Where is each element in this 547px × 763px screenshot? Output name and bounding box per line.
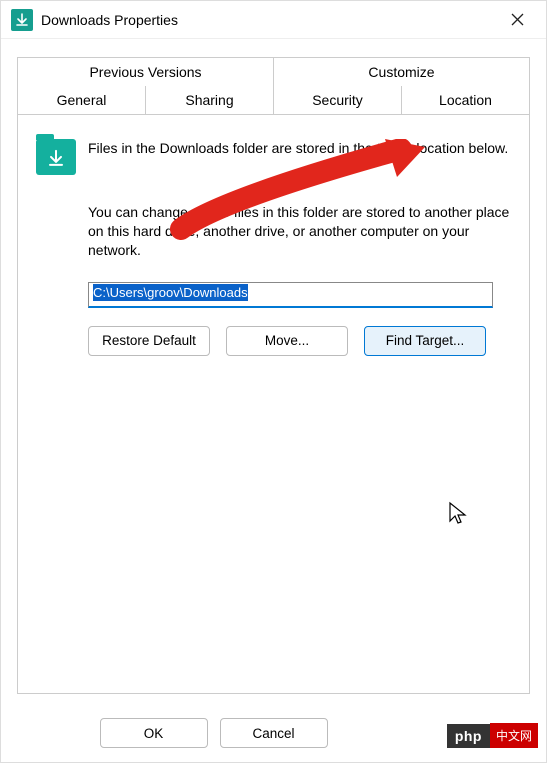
tab-location[interactable]: Location	[402, 86, 530, 114]
tab-panel-location: Files in the Downloads folder are stored…	[17, 114, 530, 694]
tabs-row-1: Previous Versions Customize	[17, 57, 530, 86]
content-area: Previous Versions Customize General Shar…	[1, 39, 546, 694]
ok-button[interactable]: OK	[100, 718, 208, 748]
tab-customize[interactable]: Customize	[274, 57, 530, 86]
titlebar: Downloads Properties	[1, 1, 546, 39]
button-row: Restore Default Move... Find Target...	[88, 326, 511, 356]
cursor-icon	[448, 501, 468, 527]
find-target-button[interactable]: Find Target...	[364, 326, 486, 356]
watermark-left: php	[447, 724, 490, 748]
tab-previous-versions[interactable]: Previous Versions	[17, 57, 274, 86]
path-input[interactable]: C:\Users\groov\Downloads	[88, 282, 493, 308]
close-button[interactable]	[496, 5, 538, 35]
tabs-row-2: General Sharing Security Location	[17, 86, 530, 114]
intro-text: Files in the Downloads folder are stored…	[88, 139, 508, 158]
watermark: php 中文网	[447, 723, 538, 748]
cancel-button[interactable]: Cancel	[220, 718, 328, 748]
watermark-right: 中文网	[490, 723, 538, 748]
tab-security[interactable]: Security	[274, 86, 402, 114]
intro-section: Files in the Downloads folder are stored…	[36, 139, 511, 175]
downloads-folder-icon	[11, 9, 33, 31]
move-button[interactable]: Move...	[226, 326, 348, 356]
window-title: Downloads Properties	[41, 12, 496, 28]
downloads-large-icon	[36, 139, 76, 175]
restore-default-button[interactable]: Restore Default	[88, 326, 210, 356]
tab-general[interactable]: General	[17, 86, 146, 114]
description-text: You can change where files in this folde…	[88, 203, 511, 260]
tab-sharing[interactable]: Sharing	[146, 86, 274, 114]
path-selected-text: C:\Users\groov\Downloads	[93, 284, 248, 301]
